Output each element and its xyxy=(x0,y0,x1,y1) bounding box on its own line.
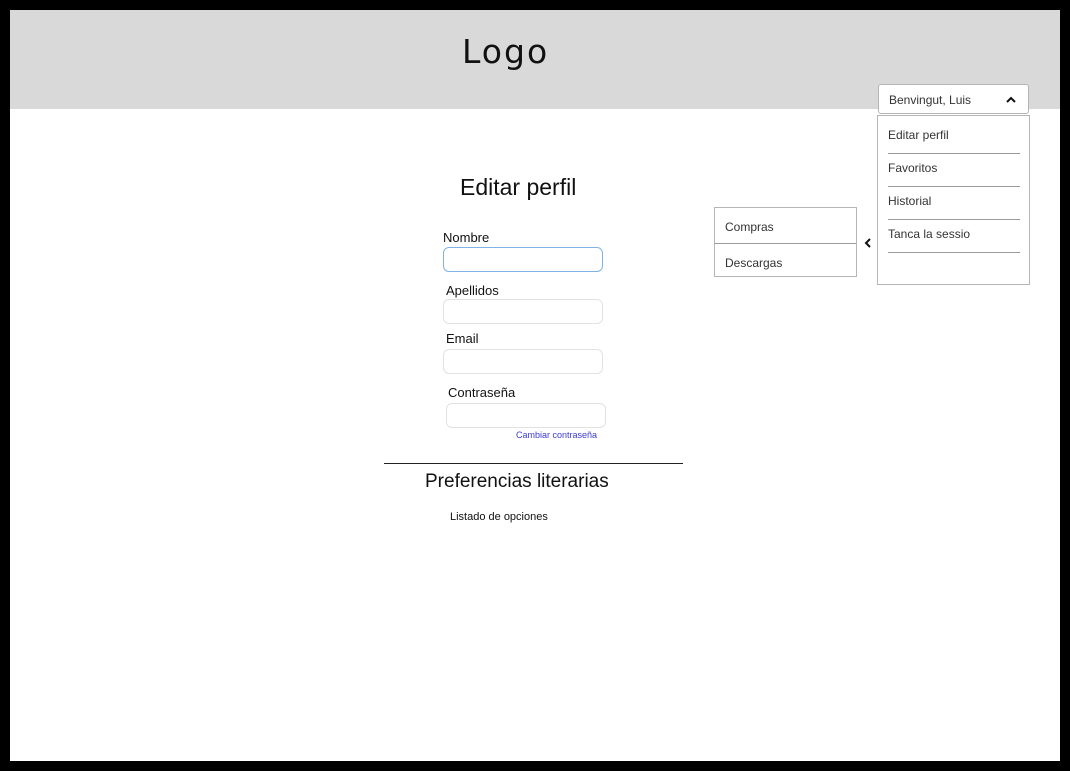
preferences-title: Preferencias literarias xyxy=(425,471,609,492)
user-menu-button[interactable]: Benvingut, Luis xyxy=(878,84,1029,114)
submenu-item-label: Descargas xyxy=(725,256,783,270)
menu-item-tanca-la-sessio[interactable]: Tanca la sessio xyxy=(888,220,1020,253)
page-title: Editar perfil xyxy=(460,174,577,200)
menu-item-label: Favoritos xyxy=(888,161,938,175)
menu-item-editar-perfil[interactable]: Editar perfil xyxy=(888,121,1020,154)
app-window: Logo Benvingut, Luis Editar perfil Favor… xyxy=(10,10,1060,761)
contrasena-input[interactable] xyxy=(446,403,606,428)
chevron-left-icon[interactable] xyxy=(863,237,873,249)
contrasena-label: Contraseña xyxy=(448,385,516,400)
menu-item-label: Editar perfil xyxy=(888,128,949,142)
apellidos-input[interactable] xyxy=(443,299,603,324)
nombre-label: Nombre xyxy=(443,230,490,245)
nombre-input[interactable] xyxy=(443,247,603,272)
menu-item-historial[interactable]: Historial xyxy=(888,187,1020,220)
chevron-up-icon xyxy=(1006,96,1016,103)
apellidos-label: Apellidos xyxy=(446,283,499,298)
email-input[interactable] xyxy=(443,349,603,374)
menu-item-label: Historial xyxy=(888,194,932,208)
menu-item-favoritos[interactable]: Favoritos xyxy=(888,154,1020,187)
logo[interactable]: Logo xyxy=(462,32,549,71)
menu-item-label: Tanca la sessio xyxy=(888,227,971,241)
user-dropdown-menu: Editar perfil Favoritos Historial Tanca … xyxy=(877,115,1030,285)
section-divider xyxy=(384,463,683,464)
submenu-item-compras[interactable]: Compras xyxy=(725,208,857,243)
email-label: Email xyxy=(446,331,479,346)
submenu: Compras Descargas xyxy=(714,207,857,277)
user-greeting: Benvingut, Luis xyxy=(889,93,972,107)
options-list-placeholder: Listado de opciones xyxy=(450,511,548,523)
submenu-item-descargas[interactable]: Descargas xyxy=(725,244,857,279)
change-password-link[interactable]: Cambiar contraseña xyxy=(516,430,597,440)
submenu-item-label: Compras xyxy=(725,220,774,234)
